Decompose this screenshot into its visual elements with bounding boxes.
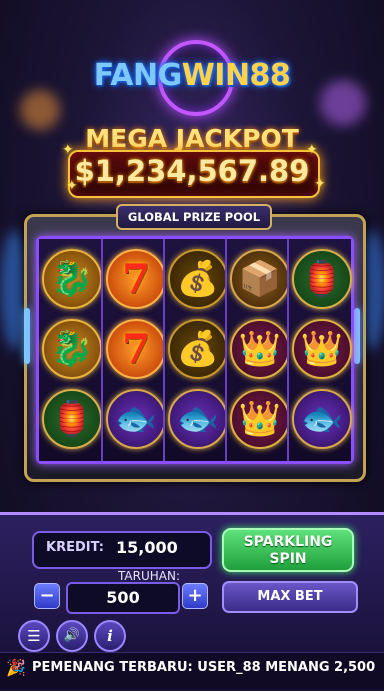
gold-bag-symbol-icon: 💰 (168, 319, 228, 379)
credit-value: 15,000 (116, 538, 178, 557)
sound-icon[interactable]: 🔊 (56, 620, 88, 652)
party-popper-icon: 🎉 (6, 658, 26, 677)
koi-symbol-icon: 🐟 (168, 389, 228, 449)
global-prize-pool-tab: GLOBAL PRIZE POOL (116, 204, 272, 230)
winner-ticker-text: PEMENANG TERBARU: USER_88 MENANG 2,500 (32, 660, 376, 675)
reel-column: 💰 💰 🐟 (163, 239, 228, 461)
koi-symbol-icon: 🐟 (292, 389, 352, 449)
menu-icon[interactable]: ☰ (18, 620, 50, 652)
info-icon[interactable]: i (94, 620, 126, 652)
reel-column: 🐉 🐉 🏮 (39, 239, 102, 461)
star-icon: ✦ (314, 176, 326, 192)
reel-column: 🏮 👑 🐟 (287, 239, 352, 461)
dragon-symbol-icon: 🐉 (42, 249, 102, 309)
spin-button[interactable]: SPARKLING SPIN (222, 528, 354, 572)
gold-bag-symbol-icon: 💰 (168, 249, 228, 309)
star-icon: ✦ (66, 178, 78, 194)
crown-symbol-icon: 👑 (230, 319, 290, 379)
jackpot-amount: $1,234,567.89 (74, 154, 310, 188)
reel-side-light (24, 308, 30, 364)
seven-symbol-icon: 7 (106, 319, 166, 379)
reel-window: 🐉 🐉 🏮 7 7 🐟 💰 💰 🐟 📦 👑 👑 🏮 👑 🐟 (36, 236, 354, 464)
reel-column: 7 7 🐟 (101, 239, 166, 461)
credit-label: KREDIT: (46, 540, 104, 555)
crown-symbol-icon: 👑 (292, 319, 352, 379)
lantern-symbol-icon: 🏮 (42, 389, 102, 449)
logo-part2: WIN88 (181, 58, 291, 93)
reel-side-light (354, 308, 360, 364)
decrease-bet-button[interactable]: − (34, 583, 60, 609)
dragon-symbol-icon: 🐉 (42, 319, 102, 379)
bet-label: TARUHAN: (118, 569, 180, 583)
max-bet-button[interactable]: MAX BET (222, 581, 358, 613)
crown-symbol-icon: 👑 (230, 389, 290, 449)
star-icon: ✦ (306, 142, 318, 158)
increase-bet-button[interactable]: + (182, 583, 208, 609)
reel-column: 📦 👑 👑 (225, 239, 290, 461)
lantern-symbol-icon: 🏮 (292, 249, 352, 309)
seven-symbol-icon: 7 (106, 249, 166, 309)
bet-value: 500 (66, 582, 180, 614)
treasure-chest-symbol-icon: 📦 (230, 249, 290, 309)
spin-label-line2: SPIN (269, 551, 307, 567)
star-icon: ✦ (62, 142, 74, 158)
jackpot-title: MEGA JACKPOT (85, 124, 299, 153)
koi-symbol-icon: 🐟 (106, 389, 166, 449)
logo-part1: FANG (93, 58, 183, 93)
game-logo: FANGWIN88 (0, 58, 384, 93)
spin-label-line1: SPARKLING (243, 534, 333, 550)
